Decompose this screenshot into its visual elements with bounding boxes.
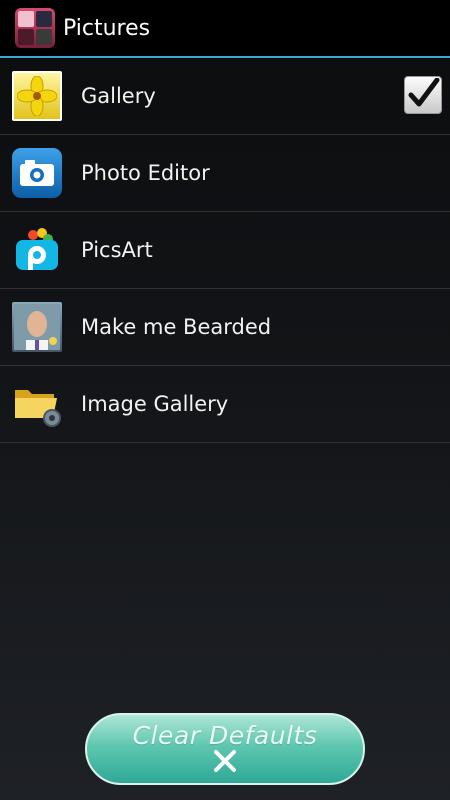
clear-defaults-button[interactable]: Clear Defaults — [85, 713, 365, 785]
picsart-logo-icon — [12, 225, 62, 275]
pictures-app-icon — [15, 8, 55, 48]
camera-icon — [12, 148, 62, 198]
app-label: PicsArt — [81, 238, 153, 262]
app-item-photo-editor[interactable]: Photo Editor — [0, 135, 450, 212]
folder-gear-icon — [12, 379, 62, 429]
app-list: Gallery Photo Editor PicsArt Make me Bea… — [0, 58, 450, 443]
app-label: Gallery — [81, 84, 156, 108]
app-bar: Pictures — [0, 0, 450, 58]
page-title: Pictures — [63, 15, 151, 41]
app-item-gallery[interactable]: Gallery — [0, 58, 450, 135]
default-checkbox[interactable] — [404, 76, 442, 114]
flower-photo-icon — [12, 71, 62, 121]
app-item-make-me-bearded[interactable]: Make me Bearded — [0, 289, 450, 366]
app-label: Make me Bearded — [81, 315, 272, 339]
clear-defaults-label: Clear Defaults — [132, 720, 318, 750]
close-icon — [212, 748, 238, 778]
app-label: Image Gallery — [81, 392, 229, 416]
app-item-image-gallery[interactable]: Image Gallery — [0, 366, 450, 443]
app-label: Photo Editor — [81, 161, 210, 185]
bearded-face-icon — [12, 302, 62, 352]
app-item-picsart[interactable]: PicsArt — [0, 212, 450, 289]
